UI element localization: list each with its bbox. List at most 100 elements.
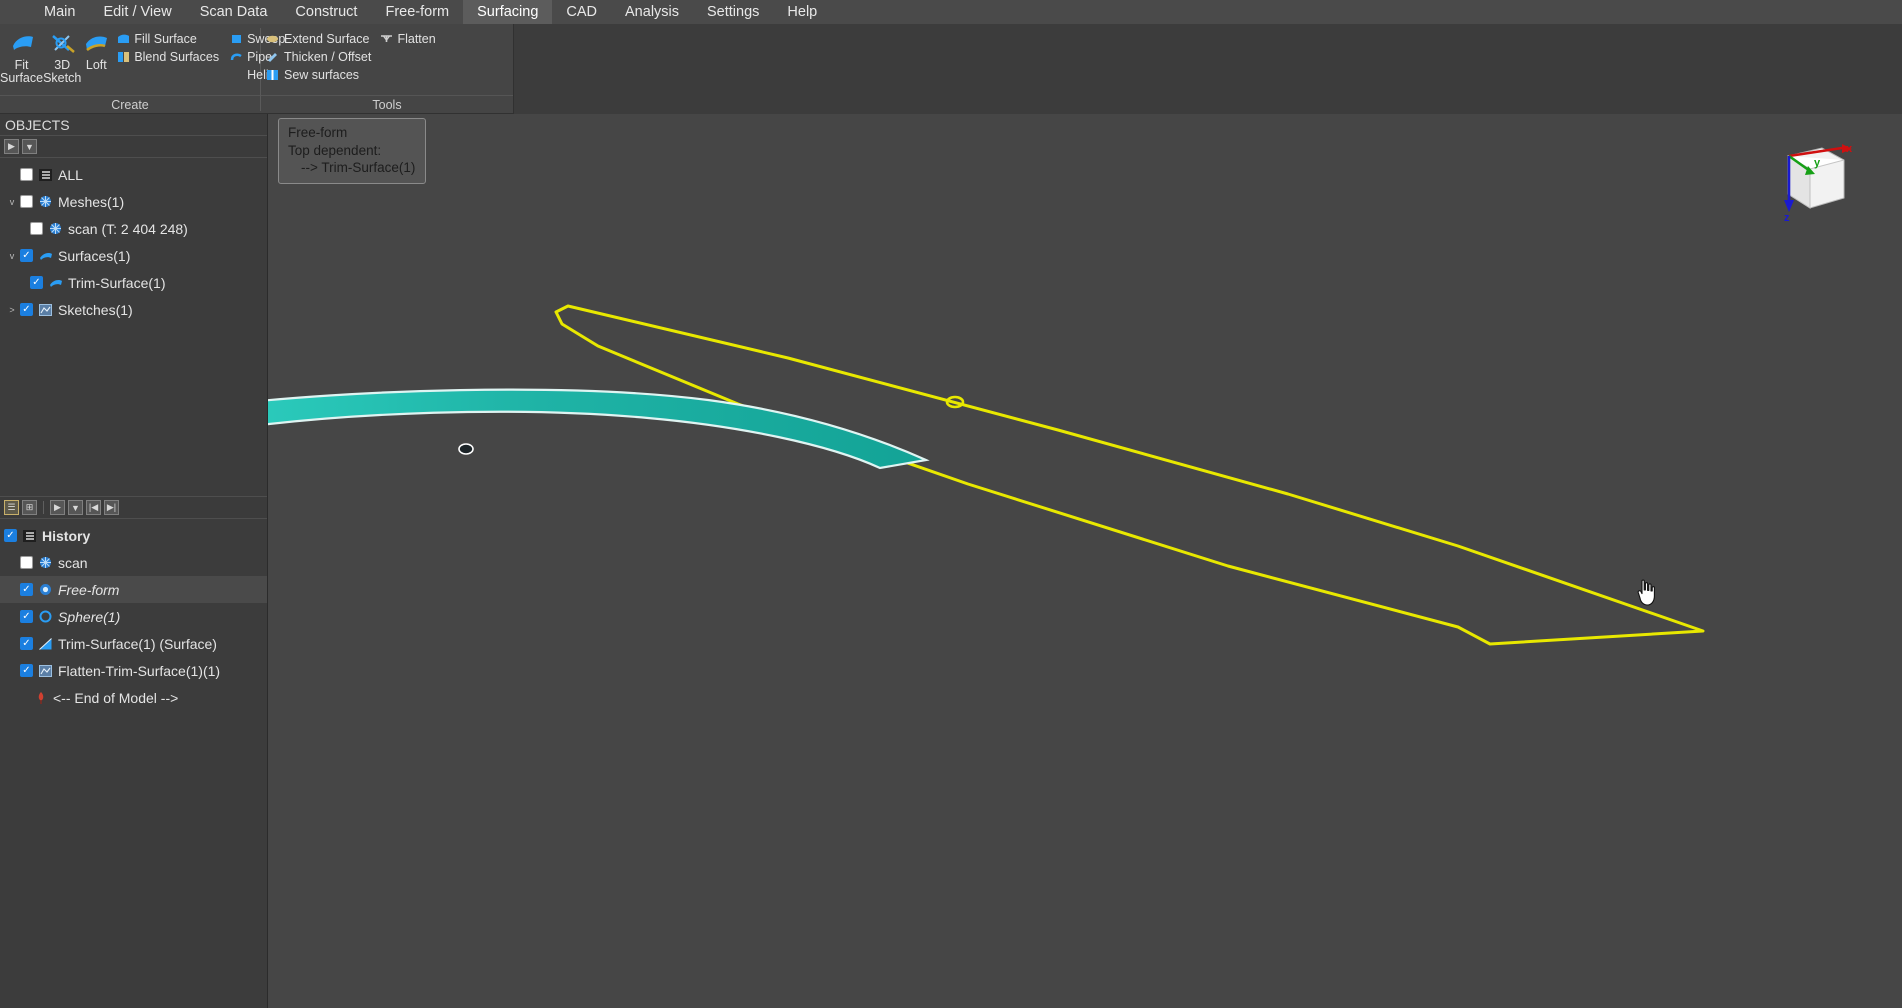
- checkbox-meshes[interactable]: [20, 195, 33, 208]
- extend-surface-icon: [266, 33, 280, 46]
- menu-item-help[interactable]: Help: [773, 0, 831, 24]
- object-tooltip: Free-form Top dependent: --> Trim-Surfac…: [278, 118, 426, 184]
- menu-item-settings[interactable]: Settings: [693, 0, 773, 24]
- hand-pointer-cursor: [1636, 579, 1658, 607]
- checkbox-scan[interactable]: [30, 222, 43, 235]
- loft-label-1: Loft: [86, 59, 107, 72]
- extend-surface-button[interactable]: Extend Surface: [261, 30, 374, 48]
- checkbox-all[interactable]: [20, 168, 33, 181]
- axis-y-label: y: [1814, 157, 1821, 169]
- freeform-icon: [38, 583, 53, 596]
- history-item-end-of-model[interactable]: <-- End of Model -->: [0, 684, 267, 711]
- mesh-icon: [48, 222, 63, 235]
- tree-item-trim-surface[interactable]: Trim-Surface(1): [0, 269, 267, 296]
- history-icon: [22, 530, 37, 542]
- checkbox-history-trim-surface[interactable]: [20, 637, 33, 650]
- tooltip-line-3: --> Trim-Surface(1): [288, 159, 418, 177]
- menu-item-edit-view[interactable]: Edit / View: [89, 0, 185, 24]
- history-item-history[interactable]: History: [0, 522, 267, 549]
- menu-item-free-form[interactable]: Free-form: [371, 0, 463, 24]
- loft-icon: [81, 31, 111, 57]
- sew-surfaces-icon: [266, 69, 280, 82]
- flattened-pattern-wireframe[interactable]: [556, 306, 1703, 644]
- history-item-flatten-trim-surface-label: Flatten-Trim-Surface(1)(1): [58, 663, 220, 679]
- twisty-meshes[interactable]: v: [4, 197, 20, 207]
- pipe-icon: [229, 51, 243, 64]
- history-item-end-of-model-label: <-- End of Model -->: [53, 690, 178, 706]
- twisty-sketches[interactable]: >: [4, 305, 20, 315]
- checkbox-history-free-form[interactable]: [20, 583, 33, 596]
- tooltip-line-1: Free-form: [288, 124, 418, 142]
- tree-item-surfaces[interactable]: v Surfaces(1): [0, 242, 267, 269]
- tooltip-line-2: Top dependent:: [288, 142, 418, 160]
- tree-item-all[interactable]: ALL: [0, 161, 267, 188]
- ribbon-group-create-label: Create: [0, 95, 260, 113]
- twisty-surfaces[interactable]: v: [4, 251, 20, 261]
- checkbox-sketches[interactable]: [20, 303, 33, 316]
- collapse-all-button[interactable]: ▼: [22, 139, 37, 154]
- history-item-trim-surface[interactable]: Trim-Surface(1) (Surface): [0, 630, 267, 657]
- fit-surface-icon: [7, 31, 37, 57]
- menu-item-main[interactable]: Main: [30, 0, 89, 24]
- 3d-sketch-button[interactable]: 3D Sketch: [43, 27, 81, 85]
- tree-item-scan-label: scan (T: 2 404 248): [68, 221, 188, 237]
- tree-item-meshes[interactable]: v Meshes(1): [0, 188, 267, 215]
- tree-item-sketches[interactable]: > Sketches(1): [0, 296, 267, 323]
- expand-all-button[interactable]: ▶: [4, 139, 19, 154]
- blend-surfaces-icon: [116, 51, 130, 64]
- sew-surfaces-label: Sew surfaces: [284, 68, 359, 82]
- menu-item-construct[interactable]: Construct: [281, 0, 371, 24]
- thicken-offset-button[interactable]: Thicken / Offset: [261, 48, 441, 66]
- fill-surface-button[interactable]: Fill Surface: [111, 30, 224, 48]
- checkbox-history-flatten[interactable]: [20, 664, 33, 677]
- history-panel: ☰ ⊞ ▶ ▼ |◀ ▶| History: [0, 497, 267, 1008]
- history-step-down-button[interactable]: ▼: [68, 500, 83, 515]
- menu-item-cad[interactable]: CAD: [552, 0, 611, 24]
- history-tree-view-button[interactable]: ⊞: [22, 500, 37, 515]
- surface-hole: [459, 444, 473, 454]
- fill-surface-icon: [116, 33, 130, 46]
- sew-surfaces-button[interactable]: Sew surfaces: [261, 66, 441, 84]
- blend-surfaces-button[interactable]: Blend Surfaces: [111, 48, 224, 66]
- history-panel-toolbar: ☰ ⊞ ▶ ▼ |◀ ▶|: [0, 497, 267, 519]
- checkbox-history[interactable]: [4, 529, 17, 542]
- 3d-viewport[interactable]: Free-form Top dependent: --> Trim-Surfac…: [268, 114, 1902, 1008]
- history-list-view-button[interactable]: ☰: [4, 500, 19, 515]
- trim-surface-body[interactable]: [268, 390, 926, 468]
- loft-button[interactable]: Loft: [81, 27, 111, 72]
- history-step-forward-button[interactable]: ▶: [50, 500, 65, 515]
- trim-surface-icon: [38, 638, 53, 650]
- checkbox-history-scan[interactable]: [20, 556, 33, 569]
- fit-surface-button[interactable]: Fit Surface: [0, 27, 43, 85]
- tools-column-1: Extend Surface Flatten: [261, 27, 441, 84]
- ribbon-group-tools: Extend Surface Flatten: [261, 24, 513, 113]
- list-icon: [38, 169, 53, 181]
- history-item-sphere[interactable]: Sphere(1): [0, 603, 267, 630]
- view-cube[interactable]: x y z: [1764, 142, 1854, 222]
- 3d-scene[interactable]: [268, 114, 1902, 1008]
- menu-item-surfacing[interactable]: Surfacing: [463, 0, 552, 24]
- history-first-button[interactable]: |◀: [86, 500, 101, 515]
- history-item-sphere-label: Sphere(1): [58, 609, 120, 625]
- menu-item-analysis[interactable]: Analysis: [611, 0, 693, 24]
- 3d-sketch-icon: [47, 31, 77, 57]
- end-marker-icon: [33, 691, 48, 705]
- checkbox-trim-surface[interactable]: [30, 276, 43, 289]
- surface-icon: [48, 278, 63, 288]
- blend-surfaces-label: Blend Surfaces: [134, 50, 219, 64]
- history-toolbar-divider: [43, 501, 44, 514]
- menu-item-scan-data[interactable]: Scan Data: [186, 0, 282, 24]
- flatten-button[interactable]: Flatten: [374, 30, 440, 48]
- checkbox-history-sphere[interactable]: [20, 610, 33, 623]
- history-item-flatten-trim-surface[interactable]: Flatten-Trim-Surface(1)(1): [0, 657, 267, 684]
- history-item-scan[interactable]: scan: [0, 549, 267, 576]
- thicken-offset-label: Thicken / Offset: [284, 50, 371, 64]
- ribbon-toolbar: Fit Surface 3D Sketch: [0, 24, 514, 114]
- mesh-icon: [38, 195, 53, 208]
- tree-item-scan[interactable]: scan (T: 2 404 248): [0, 215, 267, 242]
- history-item-free-form[interactable]: Free-form: [0, 576, 267, 603]
- checkbox-surfaces[interactable]: [20, 249, 33, 262]
- history-last-button[interactable]: ▶|: [104, 500, 119, 515]
- surface-icon: [38, 251, 53, 261]
- thicken-offset-icon: [266, 51, 280, 64]
